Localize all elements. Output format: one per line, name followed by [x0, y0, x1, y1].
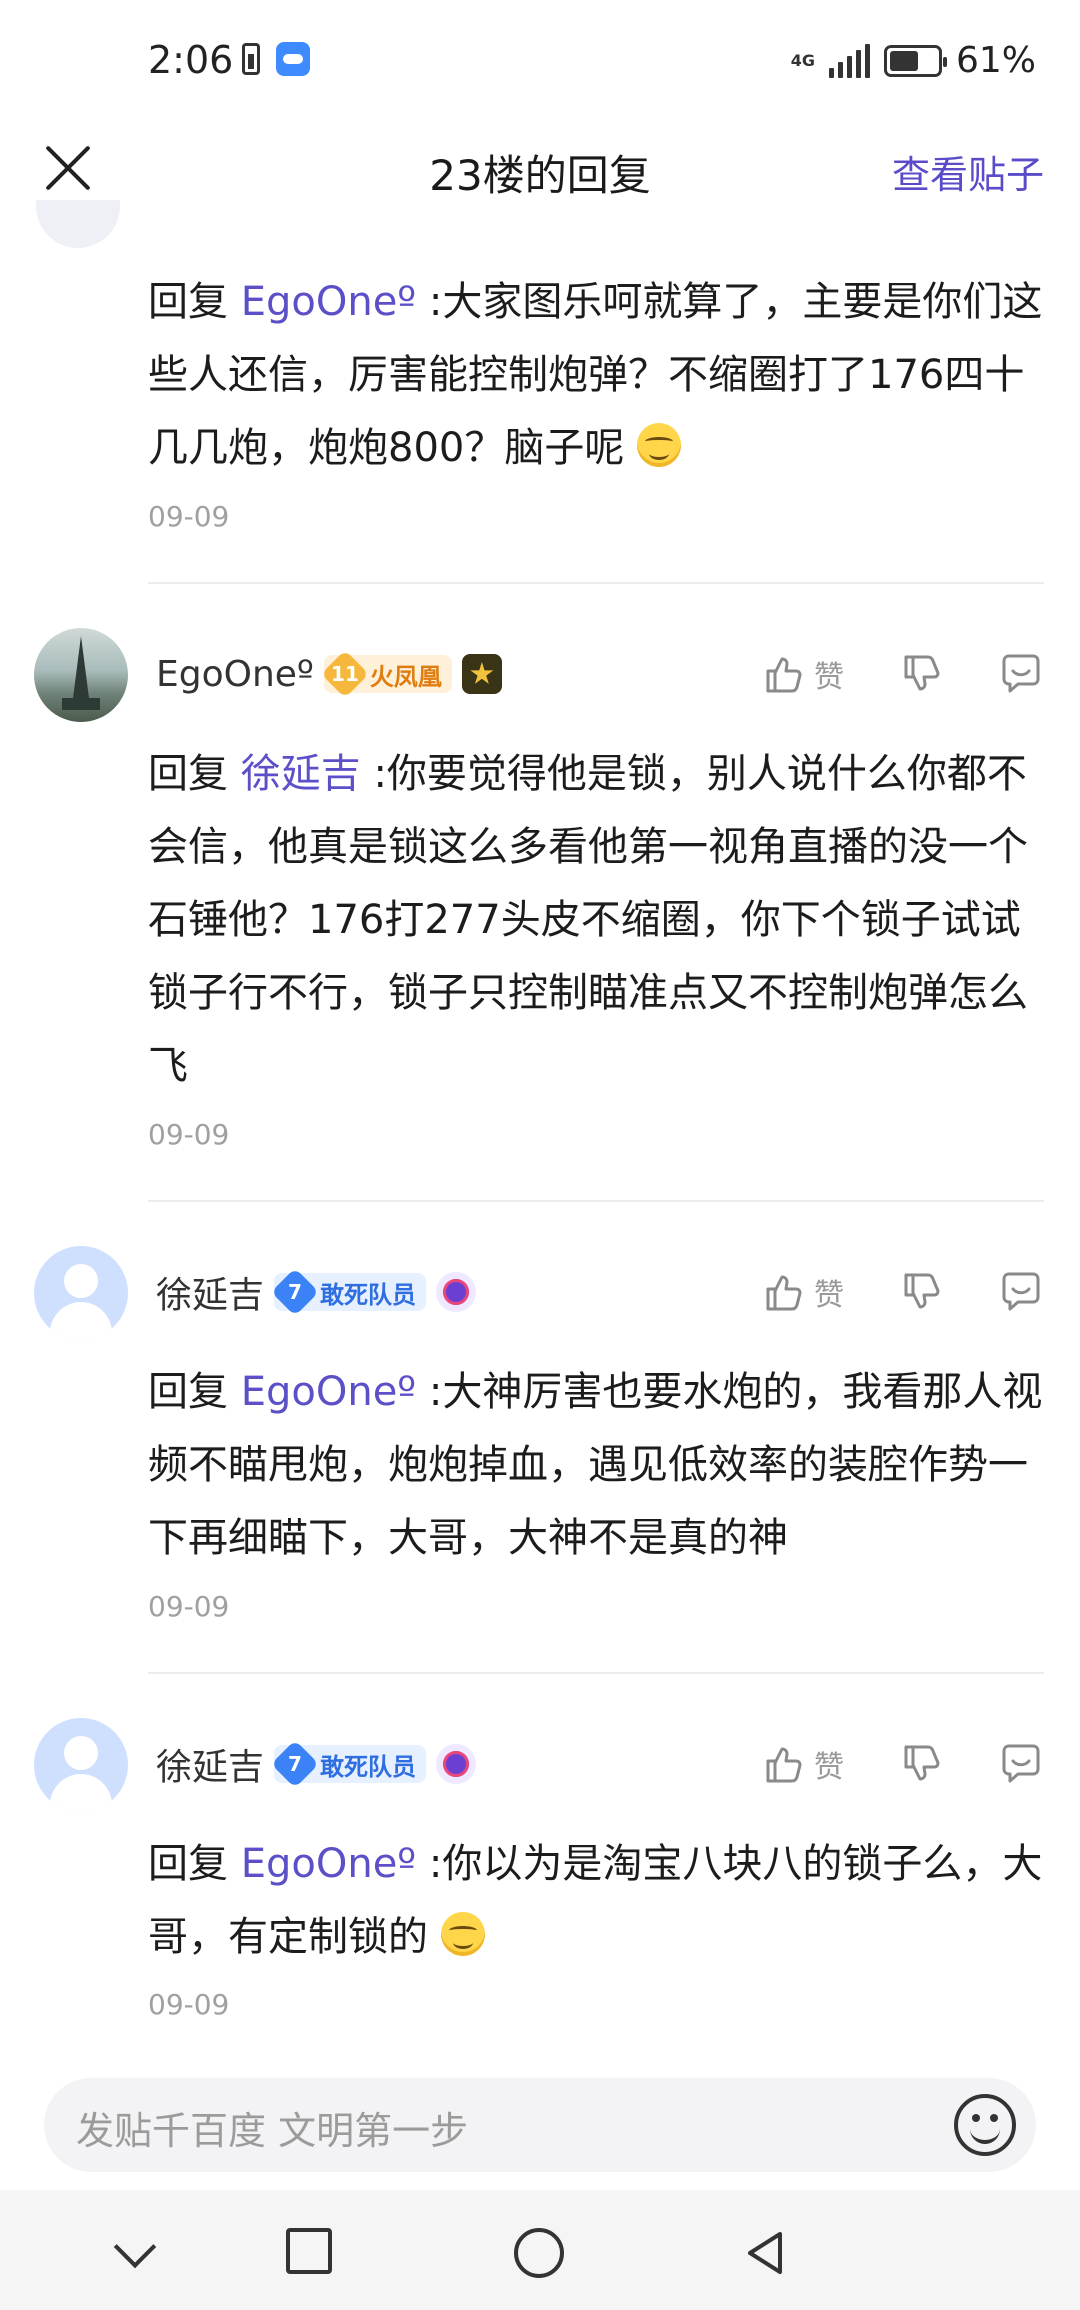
avatar[interactable] [34, 1246, 128, 1340]
medal-icon [436, 1272, 477, 1312]
home-icon[interactable] [514, 2228, 564, 2278]
divider [148, 582, 1044, 584]
reply-date: 09-09 [148, 1988, 230, 2021]
eiffel-tower-icon [72, 636, 90, 706]
reply-text: 回复 徐延吉 :你要觉得他是锁，别人说什么你都不会信，他真是锁这么多看他第一视角… [148, 751, 1028, 1089]
reply-actions: 赞 [760, 648, 1044, 700]
star-medal-icon [461, 654, 502, 694]
like-button[interactable]: 赞 [760, 651, 844, 697]
like-button[interactable]: 赞 [760, 1741, 844, 1787]
header: 23楼的回复 查看贴子 [0, 120, 1080, 220]
grin-emoji-icon [440, 1912, 485, 1956]
status-time: 2:06 [148, 38, 234, 82]
level-title: 火凤凰 [369, 662, 442, 691]
status-right: 4G 61% [791, 40, 1036, 81]
mention-link[interactable]: EgoOneº [241, 1841, 416, 1887]
reply-text: 回复 EgoOneº :大神厉害也要水炮的，我看那人视频不瞄甩炮，炮炮掉血，遇见… [148, 1369, 1043, 1561]
user-row: 徐延吉 7 敢死队员 [156, 1738, 477, 1790]
back-icon[interactable] [740, 2228, 790, 2278]
network-type: 4G [790, 50, 815, 70]
reply-text: 回复 EgoOneº :你以为是淘宝八块八的锁子么，大哥，有定制锁的 [148, 1841, 1043, 1960]
username[interactable]: EgoOneº [156, 654, 314, 695]
system-nav-bar [0, 2190, 1080, 2310]
thumbs-down-icon[interactable] [898, 1269, 944, 1315]
level-badge: 7 敢死队员 [270, 1739, 427, 1789]
status-bar: 2:06 4G 61% [0, 0, 1080, 120]
avatar[interactable] [34, 628, 128, 722]
grin-emoji-icon [637, 423, 682, 467]
thumbs-up-icon [766, 657, 802, 693]
comment-icon[interactable] [998, 1741, 1044, 1787]
level-number: 7 [270, 1267, 320, 1317]
divider [148, 1672, 1044, 1674]
emoji-icon[interactable] [954, 2094, 1016, 2156]
reply-input-bar: 发贴千百度 文明第一步 [0, 2050, 1080, 2190]
reply-actions: 赞 [760, 1266, 1044, 1318]
hide-keyboard-icon[interactable] [110, 2228, 160, 2278]
thumbs-down-icon[interactable] [898, 1741, 944, 1787]
reply-input[interactable]: 发贴千百度 文明第一步 [44, 2078, 1036, 2172]
thumbs-down-icon[interactable] [898, 651, 944, 697]
mention-link[interactable]: 徐延吉 [241, 751, 361, 797]
user-row: 徐延吉 7 敢死队员 [156, 1266, 477, 1318]
battery-saver-icon [242, 43, 260, 75]
avatar[interactable] [34, 1718, 128, 1812]
username[interactable]: 徐延吉 [156, 1266, 264, 1318]
level-badge: 7 敢死队员 [270, 1267, 427, 1317]
recent-apps-icon[interactable] [286, 2228, 332, 2274]
notification-icons [242, 42, 310, 76]
level-number: 11 [320, 649, 369, 699]
reply-actions: 赞 [760, 1738, 1044, 1790]
level-number: 7 [270, 1739, 320, 1789]
thumbs-up-icon [766, 1747, 802, 1783]
user-row: EgoOneº 11 火凤凰 [156, 648, 502, 700]
mention-link[interactable]: EgoOneº [241, 279, 416, 325]
avatar[interactable] [36, 200, 120, 248]
comment-icon[interactable] [998, 1269, 1044, 1315]
cloud-app-icon [276, 42, 310, 76]
input-placeholder: 发贴千百度 文明第一步 [76, 2109, 469, 2153]
signal-icon [828, 43, 870, 78]
reply-date: 09-09 [148, 1590, 230, 1623]
level-badge: 11 火凤凰 [320, 649, 452, 699]
divider [148, 1200, 1044, 1202]
reply-date: 09-09 [148, 500, 230, 533]
battery-percent: 61% [955, 40, 1036, 81]
battery-icon [883, 44, 947, 77]
level-title: 敢死队员 [320, 1752, 417, 1781]
mention-link[interactable]: EgoOneº [241, 1369, 416, 1415]
view-post-link[interactable]: 查看贴子 [892, 144, 1044, 199]
battery-fill [889, 50, 919, 71]
level-title: 敢死队员 [320, 1280, 417, 1309]
like-button[interactable]: 赞 [760, 1269, 844, 1315]
medal-icon [436, 1744, 477, 1784]
comment-icon[interactable] [998, 651, 1044, 697]
reply-text: 回复 EgoOneº :大家图乐呵就算了，主要是你们这些人还信，厉害能控制炮弹？… [148, 279, 1043, 471]
reply-date: 09-09 [148, 1118, 230, 1151]
username[interactable]: 徐延吉 [156, 1738, 264, 1790]
thumbs-up-icon [766, 1275, 802, 1311]
